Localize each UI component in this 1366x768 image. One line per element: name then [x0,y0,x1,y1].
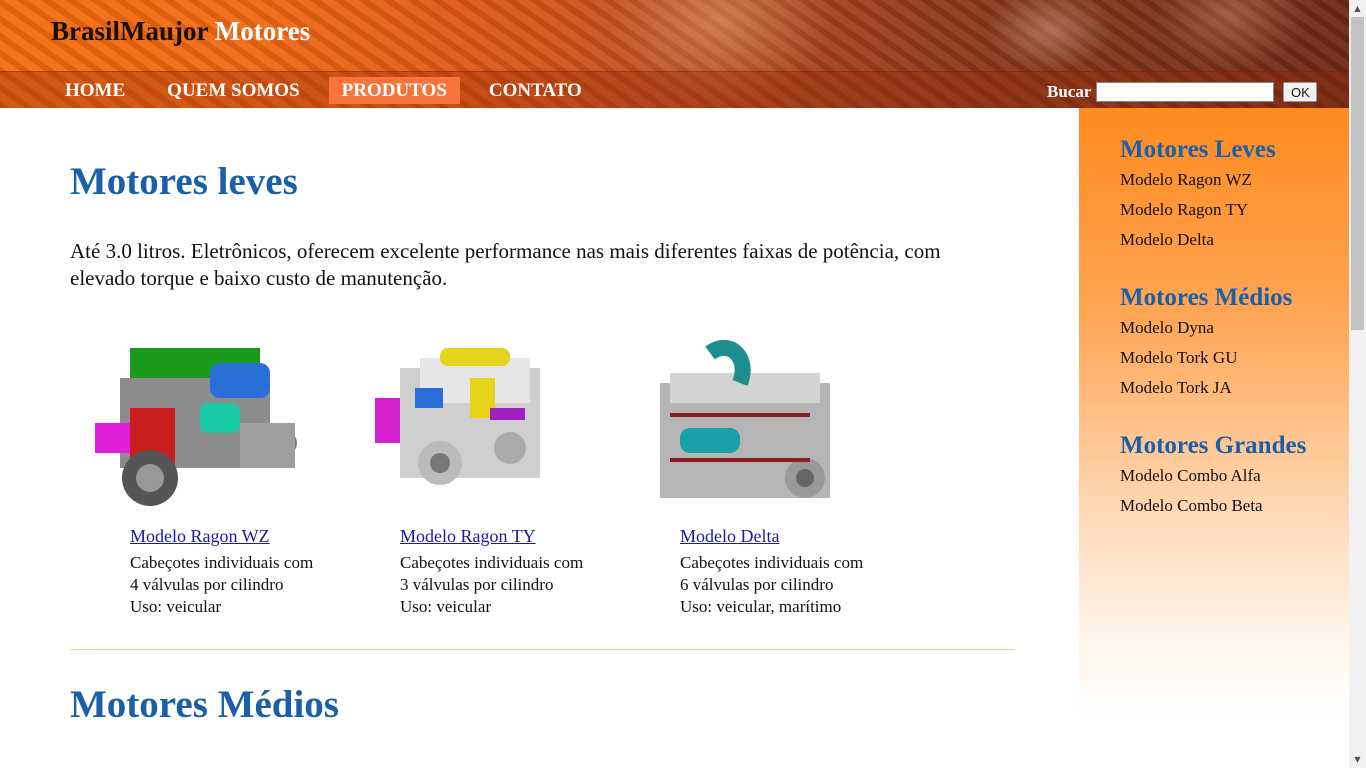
scroll-down-icon[interactable]: ▼ [1349,751,1366,768]
product-desc-line: 6 válvulas por cilindro [680,575,834,594]
product-description: Cabeçotes individuais com 3 válvulas por… [400,552,583,618]
nav-contato[interactable]: CONTATO [476,77,595,104]
nav-home[interactable]: HOME [52,77,138,104]
site-header: BrasilMaujor Motores HOME QUEM SOMOS PRO… [0,0,1349,108]
engine-image[interactable] [360,338,580,508]
product-desc-line: Cabeçotes individuais com [400,553,584,572]
sidebar-group-grandes: Motores Grandes Modelo Combo Alfa Modelo… [1120,431,1306,521]
main-nav: HOME QUEM SOMOS PRODUTOS CONTATO [52,77,611,104]
sidebar-group-leves: Motores Leves Modelo Ragon WZ Modelo Rag… [1120,135,1276,255]
search-ok-button[interactable]: OK [1283,82,1318,102]
search-label: Bucar [1047,82,1092,101]
sidebar: Motores Leves Modelo Ragon WZ Modelo Rag… [1079,108,1349,768]
product-desc-line: Cabeçotes individuais com [130,553,314,572]
section-divider [70,649,1015,650]
sidebar-group-medios: Motores Médios Modelo Dyna Modelo Tork G… [1120,283,1292,403]
sidebar-group-title: Motores Grandes [1120,432,1307,459]
sidebar-item-ragon-ty[interactable]: Modelo Ragon TY [1120,195,1276,225]
sidebar-item-combo-alfa[interactable]: Modelo Combo Alfa [1120,461,1306,491]
scrollbar-thumb[interactable] [1351,17,1364,330]
sidebar-item-ragon-wz[interactable]: Modelo Ragon WZ [1120,165,1276,195]
product-link[interactable]: Modelo Ragon TY [400,526,536,547]
product-desc-line: 3 válvulas por cilindro [400,575,554,594]
scroll-up-icon[interactable]: ▲ [1349,0,1366,17]
product-link[interactable]: Modelo Delta [680,526,779,547]
nav-quem-somos[interactable]: QUEM SOMOS [154,77,312,104]
brand-name: BrasilMaujor [51,16,208,46]
product-link[interactable]: Modelo Ragon WZ [130,526,270,547]
product-desc-line: Uso: veicular [400,597,492,616]
sidebar-group-title: Motores Médios [1120,284,1293,311]
sidebar-item-combo-beta[interactable]: Modelo Combo Beta [1120,491,1306,521]
product-description: Cabeçotes individuais com 6 válvulas por… [680,552,863,618]
search-input[interactable] [1096,82,1275,102]
sidebar-item-tork-ja[interactable]: Modelo Tork JA [1120,373,1292,403]
engine-image[interactable] [640,338,860,508]
sidebar-group-title: Motores Leves [1120,136,1276,163]
product-list: Modelo Ragon WZ Cabeçotes individuais co… [70,338,1015,628]
sidebar-item-tork-gu[interactable]: Modelo Tork GU [1120,343,1292,373]
product-description: Cabeçotes individuais com 4 válvulas por… [130,552,313,618]
product-desc-line: 4 válvulas por cilindro [130,575,284,594]
engine-image[interactable] [90,338,310,508]
brand-suffix: Motores [214,16,311,46]
product-desc-line: Cabeçotes individuais com [680,553,864,572]
section-title-motores-leves: Motores leves [70,160,298,203]
product-desc-line: Uso: veicular [130,597,222,616]
sidebar-item-dyna[interactable]: Modelo Dyna [1120,313,1292,343]
site-logo[interactable]: BrasilMaujor Motores [51,14,310,48]
product-desc-line: Uso: veicular, marítimo [680,597,842,616]
vertical-scrollbar[interactable]: ▲ ▼ [1349,0,1366,768]
section-title-motores-medios: Motores Médios [70,683,339,726]
search-form: Bucar OK [1047,81,1318,103]
section-intro: Até 3.0 litros. Eletrônicos, oferecem ex… [70,239,941,290]
nav-produtos[interactable]: PRODUTOS [328,77,460,104]
sidebar-item-delta[interactable]: Modelo Delta [1120,225,1276,255]
